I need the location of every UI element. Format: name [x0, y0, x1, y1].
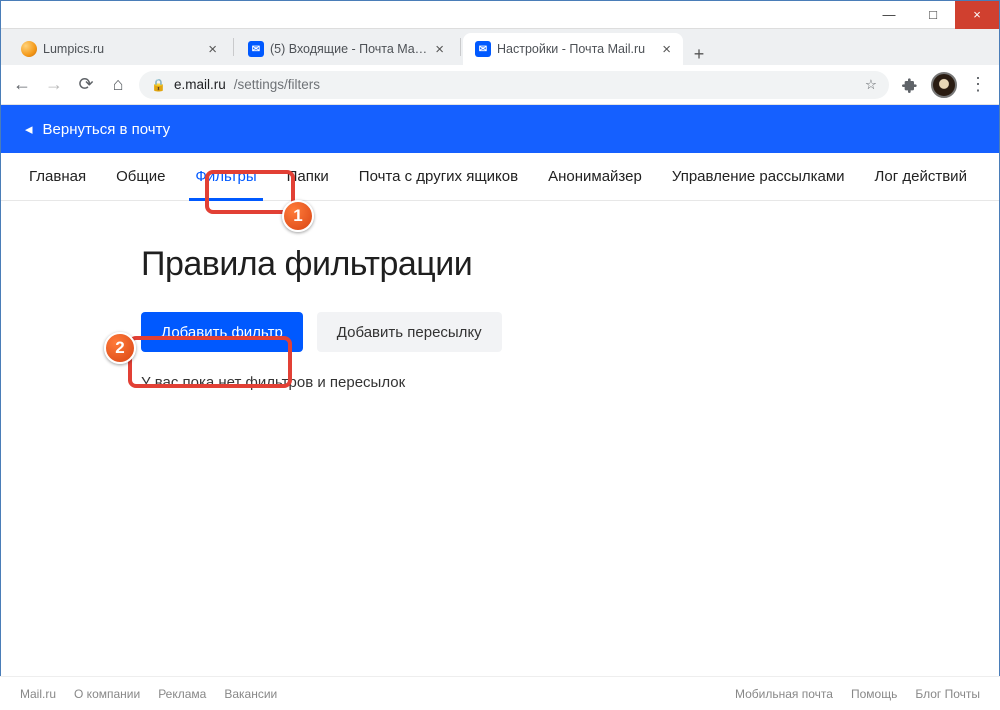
reload-button[interactable]: ⟳: [75, 74, 97, 96]
close-icon[interactable]: ×: [435, 41, 444, 58]
empty-state-text: У вас пока нет фильтров и пересылок: [141, 374, 999, 391]
tab-general[interactable]: Общие: [102, 153, 179, 200]
home-button[interactable]: ⌂: [107, 74, 129, 96]
url-path: /settings/filters: [234, 77, 320, 92]
browser-menu-button[interactable]: ⋮: [967, 74, 989, 96]
window-titlebar: — □ ×: [1, 1, 999, 29]
tab-action-log[interactable]: Лог действий: [861, 153, 981, 200]
footer-link[interactable]: Mail.ru: [20, 687, 56, 701]
browser-toolbar: ← → ⟳ ⌂ 🔒 e.mail.ru/settings/filters ☆ ⋮: [1, 65, 999, 105]
puzzle-icon: [902, 77, 918, 93]
window-minimize-button[interactable]: —: [867, 1, 911, 29]
footer-link[interactable]: О компании: [74, 687, 140, 701]
browser-tab[interactable]: Lumpics.ru ×: [9, 33, 229, 65]
extensions-button[interactable]: [899, 74, 921, 96]
tab-title: Настройки - Почта Mail.ru: [497, 42, 656, 56]
back-button[interactable]: ←: [11, 74, 33, 96]
footer-link[interactable]: Помощь: [851, 687, 897, 701]
add-forwarding-button[interactable]: Добавить пересылку: [317, 312, 502, 352]
url-host: e.mail.ru: [174, 77, 226, 92]
tab-separator: [233, 38, 234, 56]
browser-tab-strip: Lumpics.ru × ✉ (5) Входящие - Почта Mail…: [1, 29, 999, 65]
tab-title: Lumpics.ru: [43, 42, 202, 56]
footer-link[interactable]: Блог Почты: [915, 687, 980, 701]
favicon-icon: [21, 41, 37, 57]
lock-icon: 🔒: [151, 78, 166, 92]
footer-link[interactable]: Реклама: [158, 687, 206, 701]
settings-tab-bar: Главная Общие Фильтры Папки Почта с друг…: [1, 153, 999, 201]
close-icon[interactable]: ×: [662, 41, 671, 58]
page-content: ◂ Вернуться в почту Главная Общие Фильтр…: [1, 105, 999, 677]
tab-folders[interactable]: Папки: [273, 153, 343, 200]
filters-page: Правила фильтрации Добавить фильтр Добав…: [1, 201, 999, 391]
window-maximize-button[interactable]: □: [911, 1, 955, 29]
return-to-mail-link[interactable]: Вернуться в почту: [43, 121, 171, 138]
bookmark-star-icon[interactable]: ☆: [865, 77, 877, 93]
footer-link[interactable]: Мобильная почта: [735, 687, 833, 701]
tab-anonymizer[interactable]: Анонимайзер: [534, 153, 656, 200]
profile-avatar[interactable]: [931, 72, 957, 98]
tab-title: (5) Входящие - Почта Mail.ru: [270, 42, 429, 56]
favicon-icon: ✉: [475, 41, 491, 57]
action-buttons: Добавить фильтр Добавить пересылку: [141, 312, 999, 352]
page-title: Правила фильтрации: [141, 245, 999, 284]
close-icon[interactable]: ×: [208, 41, 217, 58]
page-footer: Mail.ru О компании Реклама Вакансии Моби…: [0, 676, 1000, 710]
mail-header-bar: ◂ Вернуться в почту: [1, 105, 999, 153]
tab-subscriptions[interactable]: Управление рассылками: [658, 153, 859, 200]
forward-button: →: [43, 74, 65, 96]
favicon-icon: ✉: [248, 41, 264, 57]
tab-other-mailboxes[interactable]: Почта с других ящиков: [345, 153, 532, 200]
browser-tab[interactable]: ✉ (5) Входящие - Почта Mail.ru ×: [236, 33, 456, 65]
window-close-button[interactable]: ×: [955, 1, 999, 29]
annotation-callout-1: 1: [282, 200, 314, 232]
tab-main[interactable]: Главная: [15, 153, 100, 200]
new-tab-button[interactable]: +: [685, 44, 713, 65]
add-filter-button[interactable]: Добавить фильтр: [141, 312, 303, 352]
tab-separator: [460, 38, 461, 56]
address-bar[interactable]: 🔒 e.mail.ru/settings/filters ☆: [139, 71, 889, 99]
tab-filters[interactable]: Фильтры: [181, 153, 270, 200]
browser-tab-active[interactable]: ✉ Настройки - Почта Mail.ru ×: [463, 33, 683, 65]
chevron-left-icon: ◂: [25, 120, 33, 138]
annotation-callout-2: 2: [104, 332, 136, 364]
footer-link[interactable]: Вакансии: [224, 687, 277, 701]
